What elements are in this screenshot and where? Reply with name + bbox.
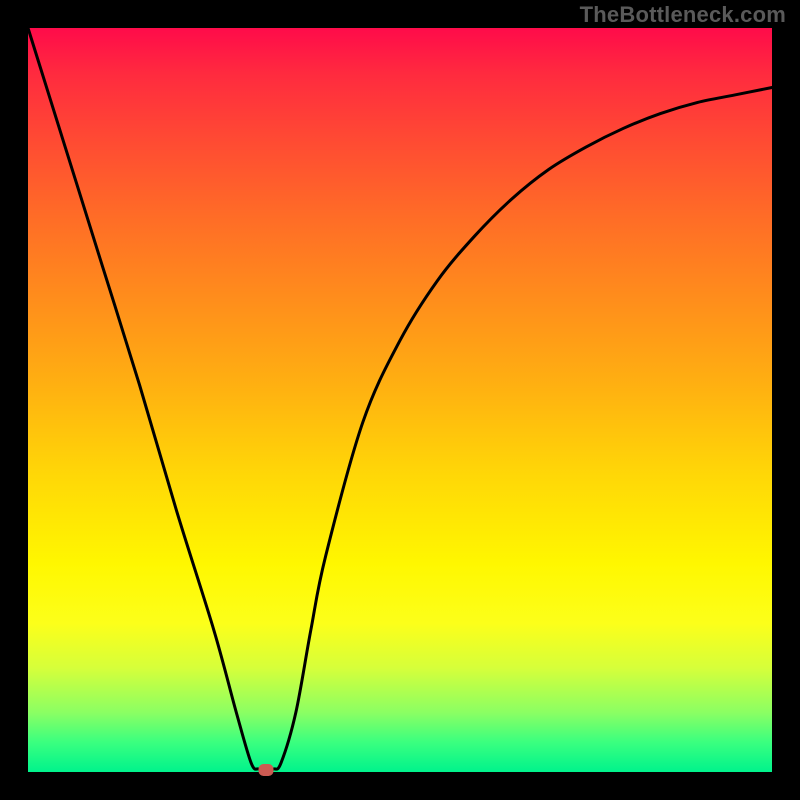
- curve-path: [28, 28, 772, 770]
- bottleneck-curve: [28, 28, 772, 772]
- optimal-point-marker: [259, 764, 274, 776]
- plot-area: [28, 28, 772, 772]
- watermark-text: TheBottleneck.com: [580, 2, 786, 28]
- chart-frame: TheBottleneck.com: [0, 0, 800, 800]
